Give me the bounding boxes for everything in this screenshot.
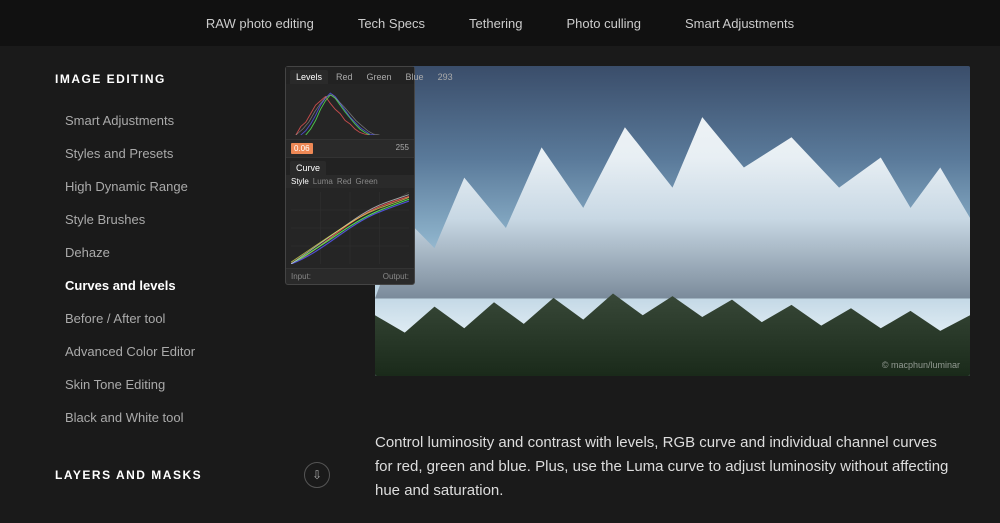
layers-masks-title: LAYERS AND MASKS — [55, 468, 202, 482]
content-area: © macphun/luminar Levels Red Green Blue … — [360, 46, 1000, 523]
nav-photo-culling[interactable]: Photo culling — [545, 0, 663, 46]
sidebar-item-black-white[interactable]: Black and White tool — [0, 401, 360, 434]
curve-channels: Style Luma Red Green — [286, 175, 414, 188]
sidebar-item-before-after[interactable]: Before / After tool — [0, 302, 360, 335]
nav-smart-adjustments[interactable]: Smart Adjustments — [663, 0, 816, 46]
curve-tab[interactable]: Curve — [290, 161, 326, 175]
histogram-svg — [291, 88, 409, 135]
mountain-scene — [375, 66, 970, 376]
blue-tab[interactable]: Blue — [400, 70, 430, 84]
green-tab[interactable]: Green — [361, 70, 398, 84]
nav-raw-editing[interactable]: RAW photo editing — [184, 0, 336, 46]
levels-io-row: 0.06 255 — [286, 139, 414, 157]
curve-tab-bar: Curve — [286, 158, 414, 175]
feature-description: Control luminosity and contrast with lev… — [375, 431, 955, 503]
curve-input-label: Input: — [291, 272, 311, 281]
curve-area — [286, 188, 414, 268]
histogram-area — [286, 84, 414, 139]
red-tab[interactable]: Red — [330, 70, 359, 84]
curve-red-channel[interactable]: Red — [337, 177, 352, 186]
main-nav: RAW photo editing Tech Specs Tethering P… — [0, 0, 1000, 46]
value-tab: 293 — [432, 70, 459, 84]
curve-luma-channel[interactable]: Luma — [313, 177, 333, 186]
levels-tab[interactable]: Levels — [290, 70, 328, 84]
curve-style-channel[interactable]: Style — [291, 177, 309, 186]
input-value-box[interactable]: 0.06 — [291, 143, 313, 154]
image-panel-container: © macphun/luminar Levels Red Green Blue … — [375, 66, 970, 415]
curve-section: Curve Style Luma Red Green — [286, 157, 414, 284]
watermark: © macphun/luminar — [882, 360, 960, 370]
curve-output-label: Output: — [383, 272, 409, 281]
sidebar-item-skin-tone[interactable]: Skin Tone Editing — [0, 368, 360, 401]
sidebar-item-advanced-color[interactable]: Advanced Color Editor — [0, 335, 360, 368]
curve-svg — [291, 192, 409, 264]
main-photo: © macphun/luminar — [375, 66, 970, 376]
nav-tech-specs[interactable]: Tech Specs — [336, 0, 447, 46]
layers-masks-toggle[interactable]: ⇩ — [304, 462, 330, 488]
floating-panel: Levels Red Green Blue 293 — [285, 66, 415, 285]
image-editing-title: IMAGE EDITING — [55, 72, 166, 86]
curve-io-row: Input: Output: — [286, 268, 414, 284]
main-layout: IMAGE EDITING ⇧ Smart Adjustments Styles… — [0, 46, 1000, 523]
output-value: 255 — [396, 143, 409, 154]
layers-masks-header: LAYERS AND MASKS ⇩ — [0, 454, 360, 496]
curve-green-channel[interactable]: Green — [356, 177, 378, 186]
levels-tab-bar: Levels Red Green Blue 293 — [286, 67, 414, 84]
nav-tethering[interactable]: Tethering — [447, 0, 544, 46]
